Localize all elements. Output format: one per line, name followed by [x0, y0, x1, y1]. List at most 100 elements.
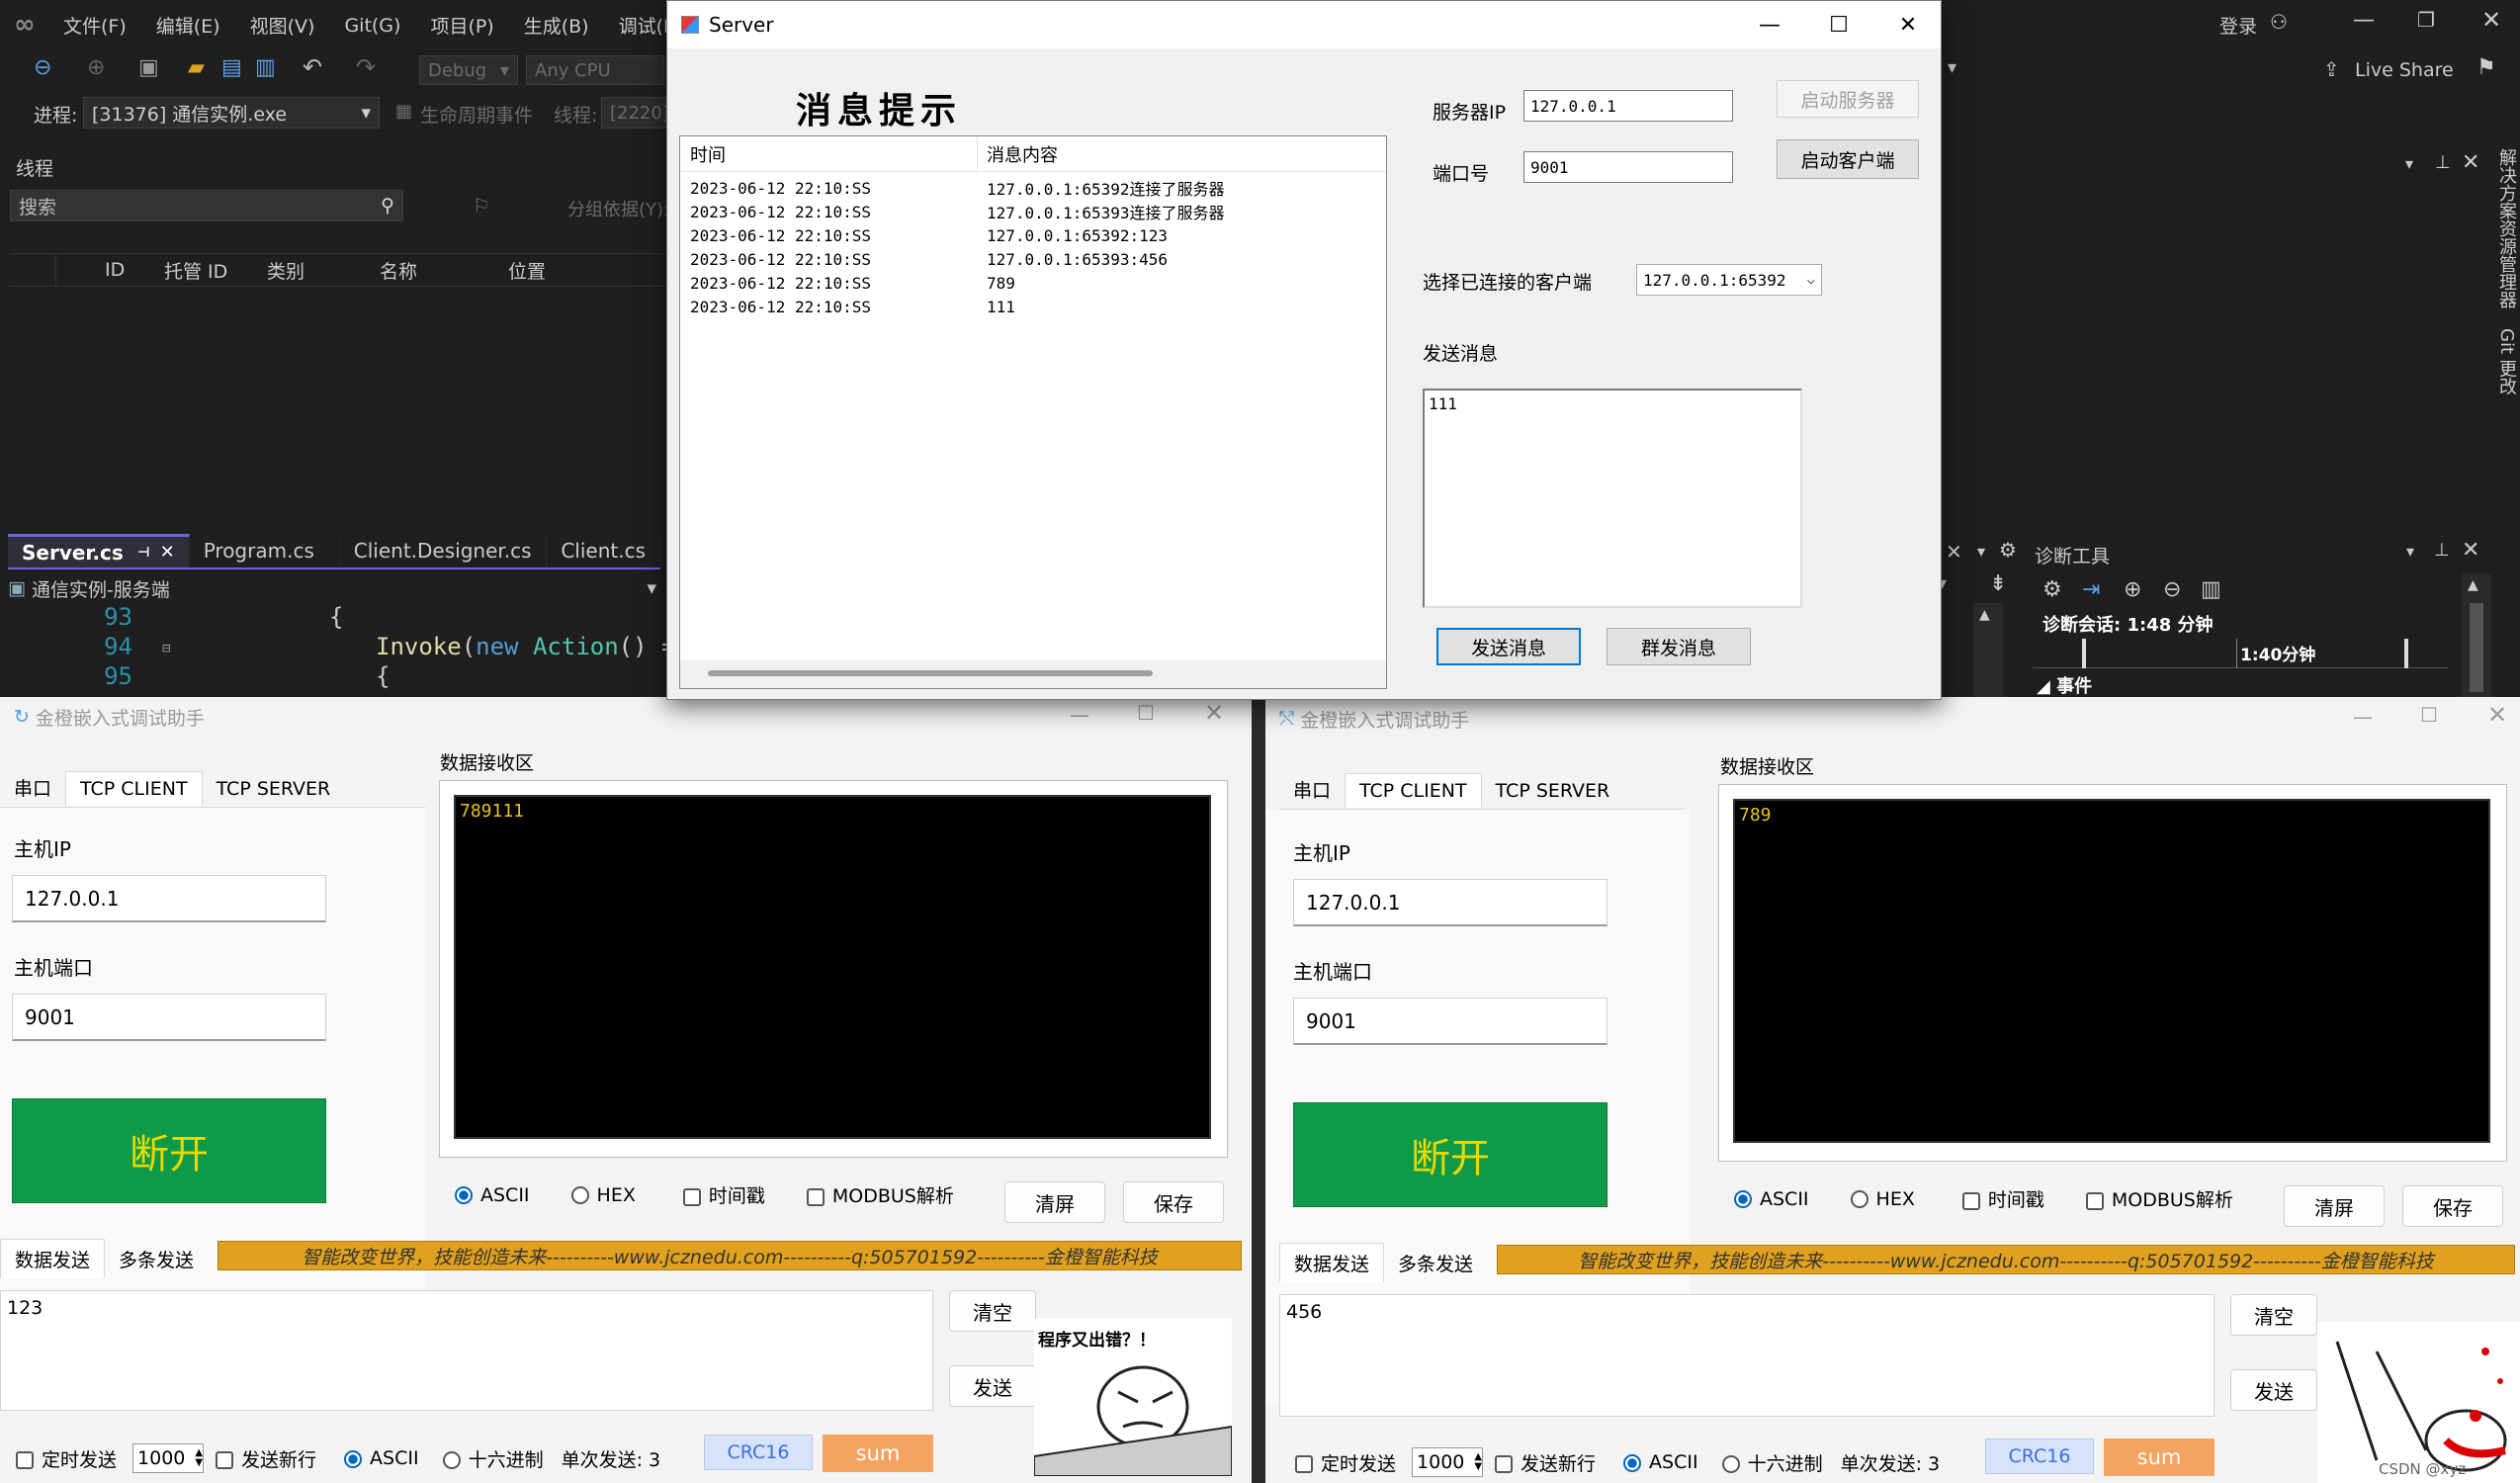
tab-program-cs[interactable]: Program.cs [190, 534, 340, 567]
port-input[interactable]: 9001 [1523, 151, 1733, 183]
col-id[interactable]: ID [105, 259, 125, 281]
col-message[interactable]: 消息内容 [987, 141, 1058, 167]
live-share-button[interactable]: Live Share [2355, 59, 2454, 81]
login-link[interactable]: 登录 [2219, 12, 2257, 39]
threads-search-input[interactable]: 搜索 ⚲ [10, 190, 403, 221]
host-ip-input[interactable]: 127.0.0.1 [1293, 879, 1608, 926]
list-item[interactable]: 2023-06-12 22:10:SS 789 [690, 271, 1372, 295]
clear-screen-button[interactable]: 清屏 [2284, 1185, 2385, 1227]
host-port-input[interactable]: 9001 [12, 994, 326, 1041]
feedback-icon[interactable]: ⚑ [2477, 55, 2496, 80]
zoom-out-icon[interactable]: ⊖ [2163, 577, 2181, 602]
tab-tcp-server[interactable]: TCP SERVER [203, 772, 345, 806]
config-select[interactable]: Debug ▾ [419, 55, 518, 85]
tab-tcp-client[interactable]: TCP CLIENT [1345, 773, 1482, 808]
lifecycle-icon[interactable]: ▦ [395, 101, 412, 122]
tab-serial[interactable]: 串口 [0, 768, 65, 807]
side-tab-solution-explorer[interactable]: 解决方案资源管理器 [2496, 148, 2517, 308]
diag-timeline[interactable]: 1:40分钟 [2033, 639, 2448, 668]
opt-modbus[interactable]: MODBUS解析 [2085, 1185, 2233, 1212]
send-message-textarea[interactable]: 111 [1423, 389, 1802, 608]
zoom-in-icon[interactable]: ⊕ [2124, 577, 2141, 602]
host-port-input[interactable]: 9001 [1293, 998, 1608, 1045]
interval-spinner[interactable]: 1000 ▲ ▼ [132, 1443, 205, 1473]
split-icon[interactable]: ⇟ [1989, 571, 2007, 596]
panel-close-icon[interactable]: ✕ [2462, 150, 2479, 175]
start-server-button[interactable]: 启动服务器 [1777, 80, 1919, 118]
vs-restore-icon[interactable]: ❐ [2417, 8, 2435, 32]
account-icon[interactable]: ⚇ [2270, 10, 2288, 34]
sum-button[interactable]: sum [823, 1435, 933, 1472]
forward-icon[interactable]: ⊕ [87, 55, 105, 80]
opt-ascii[interactable]: ASCII [455, 1184, 530, 1206]
opt-hex[interactable]: HEX [570, 1184, 636, 1206]
flag-icon[interactable]: ⚐ [473, 194, 490, 218]
code-editor[interactable]: 93 94 95 ⊟ { Invoke(new Action() => { [8, 603, 690, 697]
col-time[interactable]: 时间 [690, 141, 726, 167]
opt-modbus[interactable]: MODBUS解析 [806, 1181, 954, 1208]
send-newline[interactable]: 发送新行 [216, 1445, 316, 1472]
toolbar-overflow-icon[interactable]: ▾ [1948, 57, 1956, 78]
send-ascii[interactable]: ASCII [1623, 1451, 1698, 1473]
tab-multi-send[interactable]: 多条发送 [105, 1240, 208, 1278]
vs-close-icon[interactable]: ✕ [2481, 6, 2501, 34]
sum-button[interactable]: sum [2104, 1439, 2215, 1476]
maximize-icon[interactable]: ☐ [2420, 703, 2438, 727]
tab-tcp-server[interactable]: TCP SERVER [1482, 774, 1624, 808]
send-ascii[interactable]: ASCII [344, 1447, 419, 1469]
menu-file[interactable]: 文件(F) [63, 12, 127, 39]
opt-ascii[interactable]: ASCII [1734, 1188, 1809, 1210]
platform-select[interactable]: Any CPU [526, 55, 664, 85]
list-item[interactable]: 2023-06-12 22:10:SS 127.0.0.1:65392:123 [690, 223, 1372, 247]
menu-git[interactable]: Git(G) [344, 15, 400, 37]
list-item[interactable]: 2023-06-12 22:10:SS 127.0.0.1:65393:456 [690, 247, 1372, 271]
tab-server-cs[interactable]: Server.cs ⊣ ✕ [8, 534, 190, 567]
editor-scrollbar[interactable]: ▲ [1973, 603, 2003, 697]
send-button[interactable]: 发送 [2230, 1369, 2317, 1411]
new-item-icon[interactable]: ▣ [138, 55, 159, 80]
diag-settings-icon[interactable]: ⚙ [2042, 577, 2062, 602]
col-managed-id[interactable]: 托管 ID [164, 257, 227, 284]
doc-close-icon[interactable]: ✕ [1946, 540, 1962, 564]
menu-view[interactable]: 视图(V) [250, 12, 315, 39]
client-select[interactable]: 127.0.0.1:65392 ⌵ [1636, 264, 1822, 296]
list-item[interactable]: 2023-06-12 22:10:SS 127.0.0.1:65393连接了服务器 [690, 200, 1372, 223]
clear-send-button[interactable]: 清空 [2230, 1294, 2317, 1336]
diag-menu-icon[interactable]: ▾ [2406, 542, 2414, 561]
clear-screen-button[interactable]: 清屏 [1004, 1181, 1105, 1223]
server-close-icon[interactable]: ✕ [1873, 1, 1943, 48]
receive-textarea[interactable]: 789111 [454, 795, 1211, 1139]
broadcast-button[interactable]: 群发消息 [1607, 628, 1751, 665]
diag-export-icon[interactable]: ⇥ [2082, 577, 2100, 602]
col-location[interactable]: 位置 [508, 257, 546, 284]
menu-build[interactable]: 生成(B) [524, 12, 589, 39]
send-textarea[interactable]: 123 [0, 1290, 933, 1411]
menu-edit[interactable]: 编辑(E) [156, 12, 220, 39]
close-icon[interactable]: ✕ [1204, 699, 1224, 727]
col-name[interactable]: 名称 [380, 257, 417, 284]
start-client-button[interactable]: 启动客户端 [1777, 139, 1919, 179]
thread-select[interactable]: [2220] [601, 97, 669, 129]
disconnect-button[interactable]: 断开 [12, 1098, 326, 1203]
tab-client-cs[interactable]: Client.cs [547, 534, 660, 567]
minimize-icon[interactable]: — [2353, 705, 2373, 729]
tab-serial[interactable]: 串口 [1279, 770, 1345, 809]
save-button[interactable]: 保存 [2402, 1185, 2503, 1227]
process-select[interactable]: [31376] 通信实例.exe ▾ [83, 97, 380, 129]
maximize-icon[interactable]: ☐ [1137, 701, 1155, 725]
disconnect-button[interactable]: 断开 [1293, 1102, 1608, 1207]
back-icon[interactable]: ⊖ [34, 55, 51, 80]
nav-bar[interactable]: ▣ 通信实例-服务端 ▾ [8, 573, 664, 603]
opt-hex[interactable]: HEX [1850, 1188, 1915, 1210]
timed-send[interactable]: 定时发送 [1295, 1449, 1396, 1476]
lifecycle-events[interactable]: 生命周期事件 [420, 101, 533, 128]
chart-icon[interactable]: ▥ [2201, 577, 2221, 602]
vs-minimize-icon[interactable]: — [2353, 8, 2375, 33]
send-hex[interactable]: 十六进制 [1721, 1449, 1823, 1476]
open-folder-icon[interactable]: ▰ [188, 55, 205, 80]
tab-client-designer-cs[interactable]: Client.Designer.cs [340, 534, 548, 567]
message-listview[interactable]: 时间 消息内容 2023-06-12 22:10:SS 127.0.0.1:653… [679, 135, 1387, 689]
side-tab-git-changes[interactable]: Git 更改 [2496, 328, 2517, 395]
crc16-button[interactable]: CRC16 [704, 1435, 813, 1470]
send-message-button[interactable]: 发送消息 [1436, 628, 1581, 665]
